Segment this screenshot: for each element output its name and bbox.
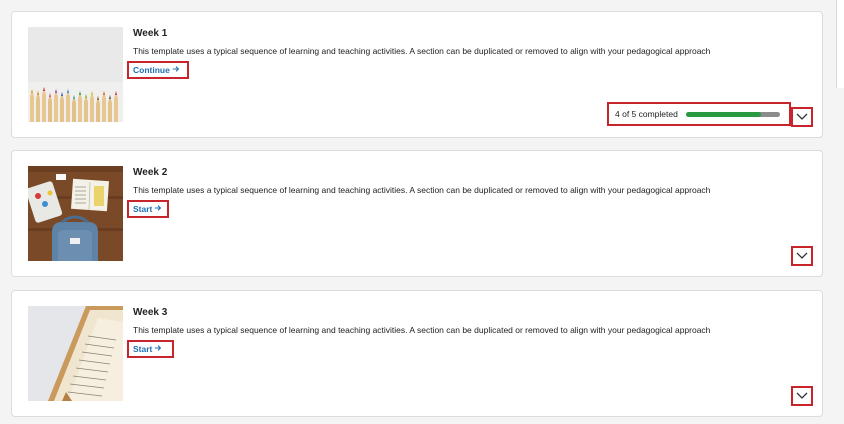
week-card-2: Week 2 This template uses a typical sequ… <box>11 150 823 277</box>
continue-label: Continue <box>133 65 170 75</box>
week-card-3: Week 3 This template uses a typical sequ… <box>11 290 823 417</box>
progress-indicator: 4 of 5 completed <box>607 102 791 126</box>
arrow-right-icon <box>154 204 162 214</box>
week-title: Week 2 <box>133 167 168 178</box>
progress-bar-fill <box>685 111 762 117</box>
continue-button[interactable]: Continue <box>127 61 189 79</box>
side-panel-edge <box>836 0 844 88</box>
progress-text: 4 of 5 completed <box>615 109 678 119</box>
progress-bar <box>685 111 780 117</box>
chevron-down-icon <box>796 113 808 120</box>
chevron-down-icon <box>796 252 808 259</box>
week-title: Week 1 <box>133 28 168 39</box>
week-description: This template uses a typical sequence of… <box>133 46 711 56</box>
week-card-1: Week 1 This template uses a typical sequ… <box>11 11 823 138</box>
start-button[interactable]: Start <box>127 340 174 358</box>
arrow-right-icon <box>154 344 162 354</box>
week-title: Week 3 <box>133 307 168 318</box>
week-3-thumbnail <box>28 306 123 401</box>
week-description: This template uses a typical sequence of… <box>133 185 711 195</box>
start-label: Start <box>133 344 153 354</box>
start-label: Start <box>133 204 153 214</box>
arrow-right-icon <box>172 65 180 75</box>
expand-button[interactable] <box>791 246 813 266</box>
week-description: This template uses a typical sequence of… <box>133 325 711 335</box>
expand-button[interactable] <box>791 386 813 406</box>
week-2-thumbnail <box>28 166 123 261</box>
start-button[interactable]: Start <box>127 200 169 218</box>
week-1-thumbnail <box>28 27 123 122</box>
expand-button[interactable] <box>791 107 813 127</box>
chevron-down-icon <box>796 392 808 399</box>
